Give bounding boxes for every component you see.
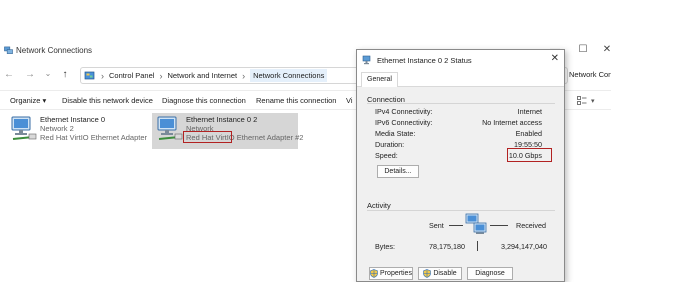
connection-group-divider: [367, 103, 555, 104]
disable-label: Disable: [433, 270, 457, 277]
shield-icon: [423, 269, 432, 278]
activity-group-divider: [367, 210, 555, 211]
ipv6-connectivity-value: No Internet access: [482, 118, 542, 127]
bytes-divider: [477, 241, 478, 251]
view-status-button[interactable]: Vi: [346, 96, 353, 105]
received-label: Received: [516, 221, 546, 230]
background-breadcrumb-text: Network Connecti: [569, 70, 611, 79]
back-arrow-icon[interactable]: ←: [3, 69, 15, 80]
duration-label: Duration:: [375, 140, 405, 149]
status-dialog: Ethernet Instance 0 2 Status ✕ General C…: [356, 49, 565, 282]
organize-button[interactable]: Organize ▾: [10, 96, 46, 105]
connection-item-ethernet-instance-0-2[interactable]: Ethernet Instance 0 2 Network Red Hat Vi…: [152, 113, 303, 149]
activity-computers-icon: [465, 213, 487, 234]
media-state-value: Enabled: [515, 129, 542, 138]
disable-device-button[interactable]: Disable this network device: [62, 96, 153, 105]
highlight-box-device: [183, 131, 232, 143]
network-adapter-icon: [157, 116, 183, 140]
disable-button[interactable]: Disable: [418, 267, 462, 280]
dialog-titlebar: Ethernet Instance 0 2 Status ✕: [357, 50, 564, 70]
connection-device: Red Hat VirtIO Ethernet Adapter: [40, 133, 148, 142]
diagnose-button[interactable]: Diagnose: [467, 267, 513, 280]
window-title: Network Connections: [16, 46, 93, 55]
activity-group-label: Activity: [367, 201, 391, 210]
bytes-label: Bytes:: [375, 242, 395, 251]
connection-network: Network 2: [40, 124, 74, 133]
bytes-sent-value: 78,175,180: [429, 242, 465, 251]
connection-item-ethernet-instance-0[interactable]: Ethernet Instance 0 Network 2 Red Hat Vi…: [6, 113, 148, 149]
dialog-tabstrip: General: [357, 70, 564, 87]
received-line: [490, 225, 508, 226]
bytes-received-value: 3,294,147,040: [501, 242, 547, 251]
forward-arrow-icon[interactable]: →: [24, 69, 36, 80]
background-window: Network Connecti: [565, 40, 611, 282]
network-connections-icon: [4, 46, 13, 54]
highlight-box-speed: [507, 148, 552, 162]
dialog-close-button[interactable]: ✕: [551, 53, 559, 64]
details-button[interactable]: Details...: [377, 165, 419, 178]
control-panel-icon: [84, 71, 95, 79]
breadcrumb-separator: ›: [101, 70, 104, 81]
breadcrumb-separator: ›: [159, 70, 163, 81]
media-state-label: Media State:: [375, 129, 416, 138]
diagnose-connection-button[interactable]: Diagnose this connection: [162, 96, 246, 105]
speed-label: Speed:: [375, 151, 398, 160]
breadcrumb-separator: ›: [242, 70, 246, 81]
breadcrumb-control-panel[interactable]: Control Panel: [109, 71, 154, 80]
dialog-title: Ethernet Instance 0 2 Status: [377, 56, 472, 65]
shield-icon: [370, 269, 378, 278]
network-status-icon: [362, 55, 371, 65]
recent-locations-icon[interactable]: ⌄: [42, 69, 54, 78]
up-arrow-icon[interactable]: ↑: [59, 69, 71, 80]
sent-line: [449, 225, 463, 226]
tab-general[interactable]: General: [361, 72, 398, 87]
network-adapter-icon: [11, 116, 37, 140]
ipv4-connectivity-label: IPv4 Connectivity:: [375, 107, 433, 116]
rename-connection-button[interactable]: Rename this connection: [256, 96, 336, 105]
breadcrumb-network-connections[interactable]: Network Connections: [250, 69, 328, 82]
ipv6-connectivity-label: IPv6 Connectivity:: [375, 118, 433, 127]
breadcrumb-network-and-internet[interactable]: Network and Internet: [167, 71, 237, 80]
sent-label: Sent: [429, 221, 444, 230]
properties-label: Properties: [380, 270, 412, 277]
properties-button[interactable]: Properties: [369, 267, 413, 280]
ipv4-connectivity-value: Internet: [517, 107, 542, 116]
connection-name: Ethernet Instance 0: [40, 115, 106, 124]
connection-name: Ethernet Instance 0 2: [186, 115, 258, 124]
device-rest-text: Ethernet Adapter #2: [234, 133, 304, 142]
